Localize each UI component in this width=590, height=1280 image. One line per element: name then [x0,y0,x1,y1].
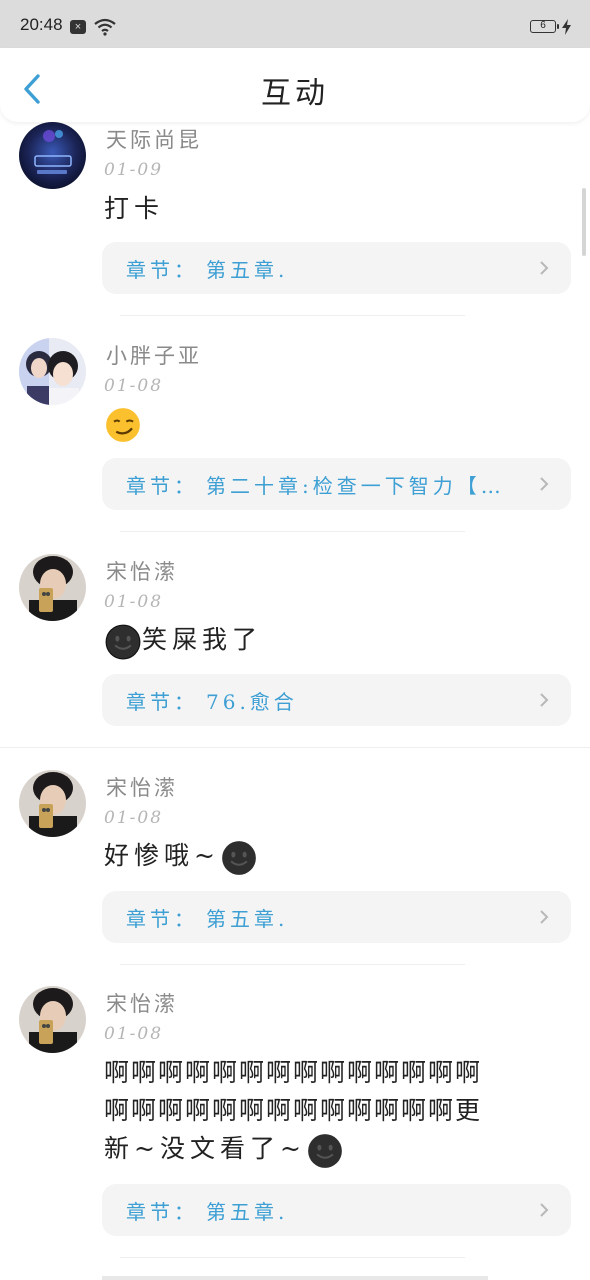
dark-smiley-face-emoji [308,1133,342,1168]
comment-content [104,404,564,443]
comment-date: 01-08 [104,376,164,396]
chapter-label: 章节： [126,907,198,931]
username[interactable]: 小胖子亚 [106,340,202,370]
comment-content: 笑屎我了 [104,621,564,660]
divider [120,964,465,965]
avatar[interactable] [19,122,86,189]
battery-icon: 6 [530,20,559,33]
screen: 20:48 × 6 互动 天际尚昆 01-09 打卡 章节： 第五章. 小胖子亚… [0,0,590,1280]
chapter-link-card[interactable]: 章节： 第五章. [102,1184,571,1236]
comment-content: 打卡 [104,190,564,228]
avatar[interactable] [19,554,86,621]
chapter-title: 第五章. [206,907,289,931]
chapter-link-card[interactable]: 章节： 第五章. [102,891,571,943]
chapter-label: 章节： [126,1200,198,1224]
divider [120,531,465,532]
status-bar: 20:48 × 6 [0,0,590,48]
chevron-right-icon [540,693,549,707]
header: 互动 [0,48,590,122]
page-title: 互动 [261,76,329,111]
avatar[interactable] [19,770,86,837]
comment-text-line: 啊啊啊啊啊啊啊啊啊啊啊啊啊更 [104,1096,483,1125]
comment-date: 01-09 [104,160,164,180]
chapter-title: 第五章. [206,1200,289,1224]
chapter-label: 章节： [126,474,198,498]
chapter-title: 第二十章:检查一下智力【… [206,474,505,498]
chapter-title: 76.愈合 [206,690,298,714]
divider [0,747,590,748]
dark-smiley-face-emoji [105,624,141,659]
chevron-right-icon [540,477,549,491]
avatar[interactable] [19,986,86,1053]
close-square-icon: × [70,20,86,34]
comment-text-line: 啊啊啊啊啊啊啊啊啊啊啊啊啊啊 [104,1058,483,1087]
comment-text: 打卡 [104,194,165,223]
battery-level: 6 [540,20,546,31]
chevron-right-icon [540,261,549,275]
comment-text: 笑屎我了 [142,625,263,654]
next-item-partial [102,1276,488,1280]
comment-date: 01-08 [104,1024,164,1044]
username[interactable]: 天际尚昆 [106,124,202,154]
username[interactable]: 宋怡潆 [106,772,178,802]
comment-date: 01-08 [104,592,164,612]
divider [120,315,465,316]
status-time: 20:48 [20,15,63,34]
chevron-right-icon [540,910,549,924]
comment-text-line-last: 新~没文看了~ [104,1130,564,1169]
chapter-link-card[interactable]: 章节： 76.愈合 [102,674,571,726]
chapter-link-card[interactable]: 章节： 第五章. [102,242,571,294]
chapter-link-card[interactable]: 章节： 第二十章:检查一下智力【… [102,458,571,510]
chevron-right-icon [540,1203,549,1217]
charging-icon [562,19,571,35]
username[interactable]: 宋怡潆 [106,556,178,586]
avatar[interactable] [19,338,86,405]
comment-content: 啊啊啊啊啊啊啊啊啊啊啊啊啊啊 啊啊啊啊啊啊啊啊啊啊啊啊啊更 新~没文看了~ [104,1054,564,1169]
chapter-title: 第五章. [206,258,289,282]
comment-content: 好惨哦~ [104,837,564,876]
wifi-icon [94,18,116,36]
comment-text: 好惨哦~ [104,841,220,870]
comment-date: 01-08 [104,808,164,828]
divider [120,1257,465,1258]
dark-smiley-face-emoji [222,840,256,875]
scrollbar[interactable] [582,188,586,256]
chapter-label: 章节： [126,690,198,714]
comment-text: 新~没文看了~ [104,1134,306,1163]
username[interactable]: 宋怡潆 [106,988,178,1018]
smirking-face-emoji [106,407,140,442]
chapter-label: 章节： [126,258,198,282]
